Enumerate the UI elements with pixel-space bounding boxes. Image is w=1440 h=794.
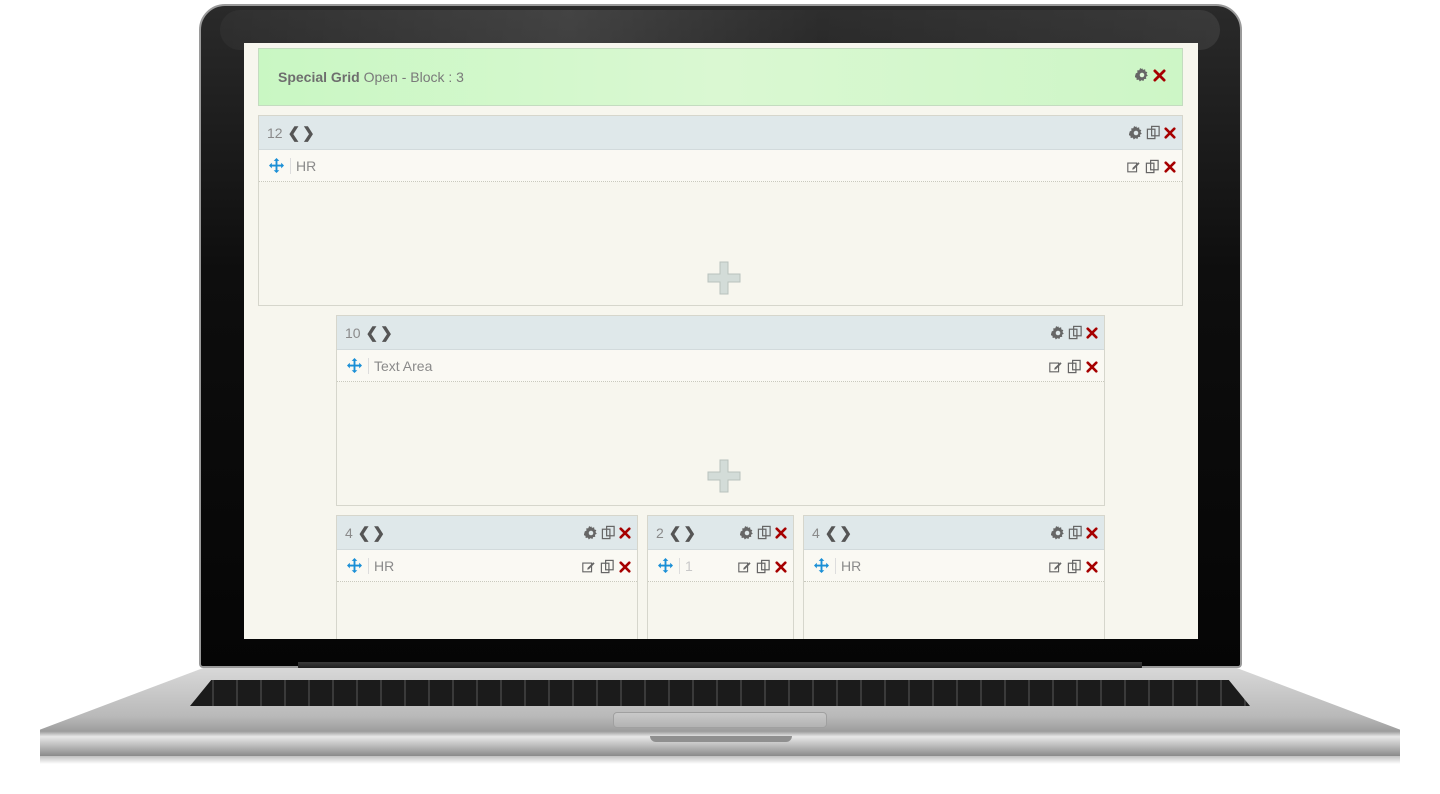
- chevron-right-icon[interactable]: ❯: [372, 524, 385, 542]
- gear-icon[interactable]: [740, 525, 754, 540]
- column-size: 4: [345, 524, 353, 541]
- chevron-right-icon[interactable]: ❯: [302, 124, 315, 142]
- row-actions: [740, 525, 787, 540]
- copy-icon[interactable]: [1068, 325, 1083, 340]
- copy-icon[interactable]: [1067, 559, 1082, 574]
- element-actions: [1048, 559, 1098, 574]
- close-icon[interactable]: [1086, 326, 1098, 339]
- element-actions: [737, 559, 787, 574]
- gear-icon[interactable]: [1129, 125, 1143, 140]
- chevron-right-icon[interactable]: ❯: [380, 324, 393, 342]
- screen: Special Grid Open - Block : 3 12 ❮ ❯ HR …: [244, 43, 1198, 639]
- keyboard: [190, 680, 1250, 706]
- grid-row-10: 10 ❮ ❯ Text Area: [336, 315, 1105, 506]
- close-icon[interactable]: [619, 560, 631, 573]
- base-shadow: [40, 756, 1400, 764]
- move-icon[interactable]: [347, 358, 362, 373]
- move-icon[interactable]: [658, 558, 673, 573]
- row-actions: [1129, 125, 1176, 140]
- copy-icon[interactable]: [1145, 159, 1160, 174]
- row-header: 4 ❮ ❯: [804, 516, 1104, 550]
- chevron-right-icon[interactable]: ❯: [683, 524, 696, 542]
- move-icon[interactable]: [269, 158, 284, 173]
- element-row: HR: [337, 550, 637, 582]
- edit-icon[interactable]: [581, 560, 596, 574]
- chevron-left-icon[interactable]: ❮: [358, 524, 371, 542]
- row-actions: [584, 525, 631, 540]
- plus-icon[interactable]: [707, 261, 741, 295]
- close-icon[interactable]: [1086, 560, 1098, 573]
- row-header: 4 ❮ ❯: [337, 516, 637, 550]
- edit-icon[interactable]: [1048, 560, 1063, 574]
- column-size: 4: [812, 524, 820, 541]
- base-notch: [650, 736, 792, 742]
- close-icon[interactable]: [1086, 360, 1098, 373]
- element-label: Text Area: [368, 357, 432, 374]
- chevron-left-icon[interactable]: ❮: [366, 324, 379, 342]
- element-label: HR: [835, 557, 861, 574]
- grid-row-12: 12 ❮ ❯ HR: [258, 115, 1183, 306]
- block-title: Special Grid Open - Block : 3: [278, 69, 464, 85]
- grid-col-4-a: 4 ❮ ❯ HR: [336, 515, 638, 639]
- copy-icon[interactable]: [600, 559, 615, 574]
- gear-icon[interactable]: [1051, 525, 1065, 540]
- row-header: 10 ❮ ❯: [337, 316, 1104, 350]
- close-icon[interactable]: [1153, 68, 1166, 82]
- edit-icon[interactable]: [1126, 160, 1141, 174]
- block-header: Special Grid Open - Block : 3: [258, 48, 1183, 106]
- chevron-left-icon[interactable]: ❮: [288, 124, 301, 142]
- edit-icon[interactable]: [1048, 360, 1063, 374]
- grid-col-4-c: 4 ❮ ❯ HR: [803, 515, 1105, 639]
- edit-icon[interactable]: [737, 560, 752, 574]
- row-actions: [1051, 525, 1098, 540]
- column-size: 2: [656, 524, 664, 541]
- close-icon[interactable]: [1164, 126, 1176, 139]
- element-label: HR: [290, 157, 316, 174]
- element-row: HR: [804, 550, 1104, 582]
- element-label: 1: [679, 557, 693, 574]
- close-icon[interactable]: [1086, 526, 1098, 539]
- copy-icon[interactable]: [756, 559, 771, 574]
- copy-icon[interactable]: [1146, 125, 1161, 140]
- element-row: HR: [259, 150, 1182, 182]
- chevron-left-icon[interactable]: ❮: [825, 524, 838, 542]
- move-icon[interactable]: [347, 558, 362, 573]
- close-icon[interactable]: [775, 526, 787, 539]
- column-size: 10: [345, 324, 361, 341]
- move-icon[interactable]: [814, 558, 829, 573]
- gear-icon[interactable]: [584, 525, 598, 540]
- copy-icon[interactable]: [757, 525, 772, 540]
- copy-icon[interactable]: [601, 525, 616, 540]
- column-size: 12: [267, 124, 283, 141]
- row-header: 12 ❮ ❯: [259, 116, 1182, 150]
- block-title-rest: Open - Block : 3: [363, 69, 464, 85]
- copy-icon[interactable]: [1067, 359, 1082, 374]
- element-row: 1: [648, 550, 793, 582]
- element-label: HR: [368, 557, 394, 574]
- block-actions: [1135, 68, 1166, 82]
- plus-icon[interactable]: [707, 459, 741, 493]
- gear-icon[interactable]: [1135, 68, 1149, 82]
- chevron-right-icon[interactable]: ❯: [839, 524, 852, 542]
- close-icon[interactable]: [775, 560, 787, 573]
- grid-col-2: 2 ❮ ❯ 1: [647, 515, 794, 639]
- copy-icon[interactable]: [1068, 525, 1083, 540]
- row-actions: [1051, 325, 1098, 340]
- element-row: Text Area: [337, 350, 1104, 382]
- element-actions: [1126, 159, 1176, 174]
- close-icon[interactable]: [619, 526, 631, 539]
- row-header: 2 ❮ ❯: [648, 516, 793, 550]
- element-actions: [1048, 359, 1098, 374]
- element-actions: [581, 559, 631, 574]
- close-icon[interactable]: [1164, 160, 1176, 173]
- gear-icon[interactable]: [1051, 325, 1065, 340]
- chevron-left-icon[interactable]: ❮: [669, 524, 682, 542]
- block-title-bold: Special Grid: [278, 69, 360, 85]
- trackpad: [613, 712, 827, 728]
